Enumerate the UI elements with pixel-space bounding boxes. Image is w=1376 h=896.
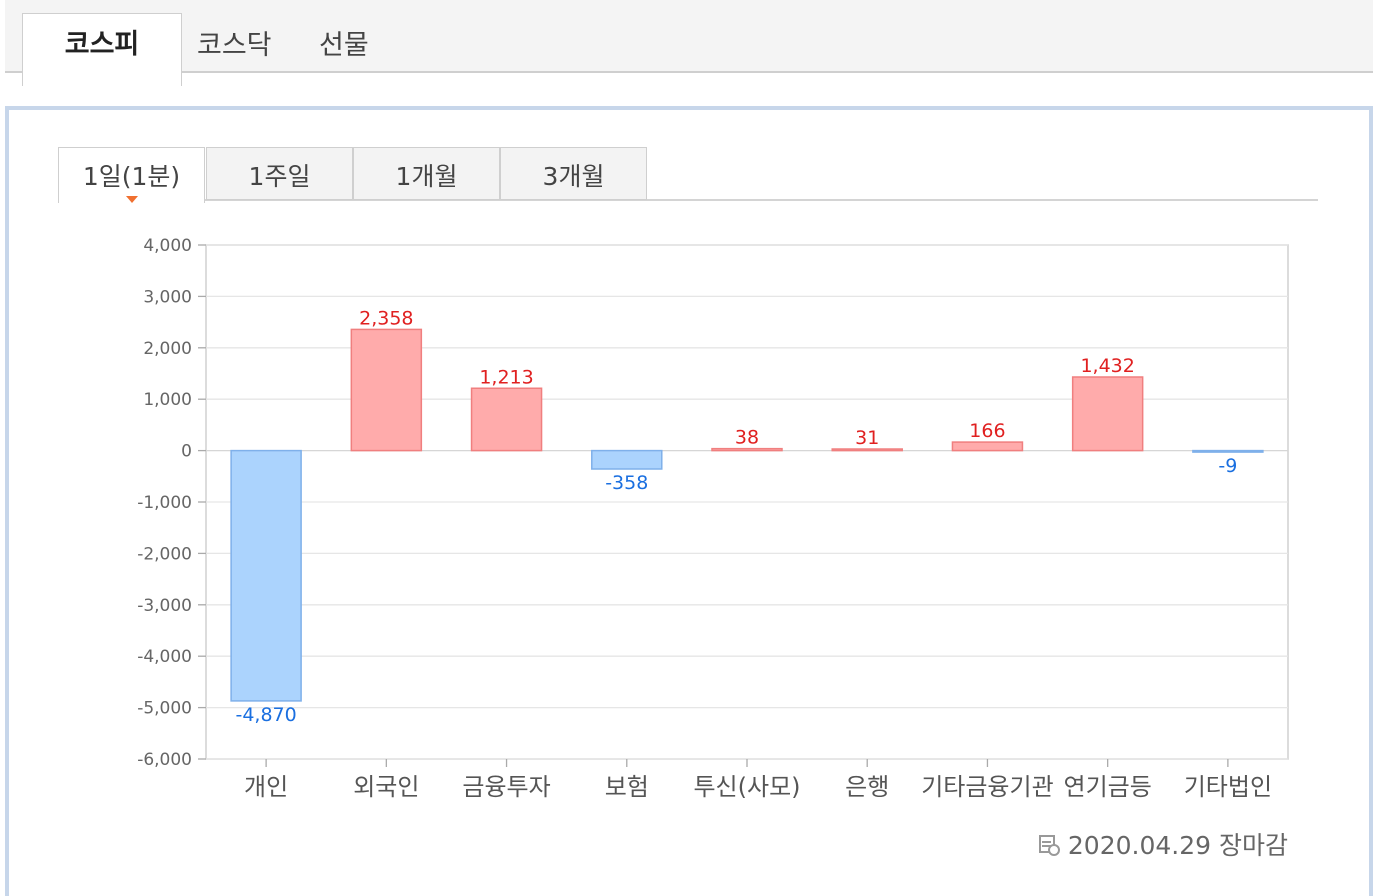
data-label: 31	[855, 427, 879, 449]
y-tick-label: 4,000	[143, 236, 192, 256]
y-tick-label: -6,000	[137, 750, 192, 770]
bar	[230, 449, 302, 702]
calendar-clock-icon	[1038, 832, 1060, 856]
y-tick-label: 3,000	[143, 287, 192, 307]
bar	[711, 447, 783, 452]
data-label: -4,870	[235, 704, 296, 726]
x-tick-label: 은행	[845, 773, 889, 801]
y-tick-label: -5,000	[137, 699, 192, 719]
x-tick-label: 연기금등	[1064, 773, 1152, 801]
x-tick-label: 금융투자	[462, 773, 550, 801]
bar	[831, 448, 903, 452]
data-label: 38	[735, 427, 759, 449]
y-tick-label: -1,000	[137, 493, 192, 513]
x-tick-label: 외국인	[353, 773, 419, 801]
y-tick-label: -3,000	[137, 596, 192, 616]
bar	[470, 387, 543, 452]
y-tick-label: -2,000	[137, 544, 192, 564]
y-tick-label: -4,000	[137, 647, 192, 667]
data-label: -358	[605, 472, 648, 494]
x-tick-label: 투신(사모)	[693, 773, 800, 801]
data-label: 1,213	[479, 366, 533, 388]
bar	[591, 449, 663, 470]
footer-date: 2020.04.29 장마감	[1038, 826, 1288, 862]
bar	[951, 441, 1024, 452]
x-tick-label: 개인	[244, 773, 288, 801]
bar	[1192, 449, 1264, 453]
investor-bar-chart: 4,000 3,000 2,000 1,000 0 -1,000 -2,000 -3,000 -…	[137, 236, 1289, 801]
y-tick-label: 2,000	[143, 339, 192, 359]
x-tick-label: 기타법인	[1184, 773, 1272, 801]
x-tick-label: 보험	[605, 773, 649, 801]
data-label: 1,432	[1080, 355, 1134, 377]
data-label: 2,358	[359, 307, 413, 329]
x-tick-label: 기타금융기관	[921, 773, 1053, 801]
y-tick-label: 1,000	[143, 390, 192, 410]
footer-date-text: 2020.04.29 장마감	[1067, 831, 1288, 860]
y-tick-label: 0	[181, 442, 192, 462]
bar	[350, 328, 423, 452]
bar	[1071, 376, 1144, 452]
data-label: 166	[969, 420, 1005, 442]
data-label: -9	[1218, 455, 1237, 477]
